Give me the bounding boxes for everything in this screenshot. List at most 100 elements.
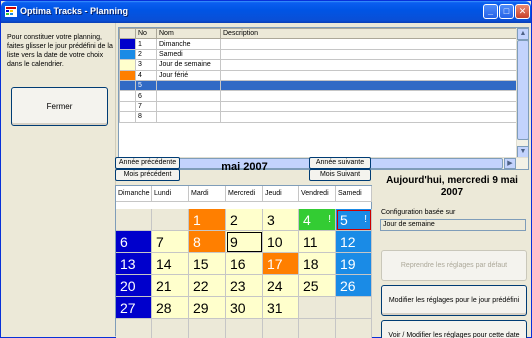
- calendar-day-cell[interactable]: 18: [299, 253, 336, 275]
- row-no: 3: [135, 59, 157, 71]
- previous-month-button[interactable]: Mois précédent: [115, 169, 180, 181]
- calendar-empty-cell[interactable]: [152, 209, 189, 231]
- reset-defaults-button[interactable]: Reprendre les réglages par défaut: [381, 250, 527, 281]
- row-description: [220, 79, 517, 92]
- row-description: [220, 38, 517, 50]
- calendar-day-number: 30: [230, 300, 246, 316]
- modify-predefined-button[interactable]: Modifier les réglages pour le jour prédé…: [381, 285, 527, 316]
- calendar-day-number: 3: [267, 212, 275, 228]
- row-description: [220, 111, 517, 123]
- calendar-header-day: Vendredi: [299, 186, 336, 202]
- close-window-button[interactable]: ✕: [515, 4, 530, 19]
- row-nom: [156, 79, 221, 92]
- calendar-day-cell[interactable]: 13: [116, 253, 152, 275]
- table-row[interactable]: 2 Samedi: [119, 48, 517, 61]
- calendar-day-cell[interactable]: 10: [263, 231, 299, 253]
- calendar-day-cell[interactable]: 1: [189, 209, 226, 231]
- table-row[interactable]: 5: [119, 79, 517, 92]
- calendar-empty-cell[interactable]: [299, 319, 336, 338]
- calendar-day-cell[interactable]: 20: [116, 275, 152, 297]
- row-color-swatch: [119, 48, 136, 61]
- day-type-grid[interactable]: No Nom Description 1 Dimanche 2 Samedi 3 Jour…: [118, 27, 529, 170]
- calendar-header-day: Mardi: [189, 186, 226, 202]
- calendar-day-cell[interactable]: 4!: [299, 209, 336, 231]
- calendar-day-cell[interactable]: 29: [189, 297, 226, 319]
- calendar-empty-cell[interactable]: [152, 319, 189, 338]
- row-nom: Dimanche: [156, 38, 221, 50]
- grid-header-nom[interactable]: Nom: [156, 27, 221, 40]
- next-year-button[interactable]: Année suivante: [309, 157, 371, 169]
- calendar-day-cell[interactable]: 26: [336, 275, 372, 297]
- calendar-day-cell[interactable]: 3: [263, 209, 299, 231]
- calendar-empty-cell[interactable]: [299, 297, 336, 319]
- calendar-day-cell[interactable]: 5!: [336, 209, 372, 231]
- calendar-empty-cell[interactable]: [263, 319, 299, 338]
- calendar-day-number: 7: [156, 234, 164, 250]
- config-value-field: Jour de semaine: [380, 219, 526, 231]
- calendar-day-number: 18: [303, 256, 319, 272]
- calendar-day-cell[interactable]: 6: [116, 231, 152, 253]
- calendar-day-cell[interactable]: 17: [263, 253, 299, 275]
- calendar-day-cell[interactable]: 27: [116, 297, 152, 319]
- calendar-day-cell[interactable]: 30: [226, 297, 263, 319]
- calendar: Dimanche Lundi Mardi Mercredi Jeudi Vendredi S…: [115, 185, 372, 338]
- left-panel: Pour constituer votre planning, faites g…: [4, 23, 116, 337]
- calendar-day-cell[interactable]: 22: [189, 275, 226, 297]
- calendar-day-cell[interactable]: 24: [263, 275, 299, 297]
- table-row[interactable]: 3 Jour de semaine: [119, 59, 517, 71]
- modify-date-button[interactable]: Voir / Modifier les réglages pour cette …: [381, 320, 527, 338]
- calendar-empty-cell[interactable]: [336, 319, 372, 338]
- scroll-thumb[interactable]: [517, 40, 529, 140]
- table-row[interactable]: 8: [119, 111, 517, 123]
- calendar-day-cell[interactable]: 16: [226, 253, 263, 275]
- grid-vertical-scrollbar[interactable]: ▲ ▼: [516, 28, 529, 158]
- calendar-day-cell[interactable]: 28: [152, 297, 189, 319]
- calendar-day-cell[interactable]: 31: [263, 297, 299, 319]
- calendar-day-cell[interactable]: 8: [189, 231, 226, 253]
- calendar-day-cell[interactable]: 15: [189, 253, 226, 275]
- calendar-day-cell[interactable]: 21: [152, 275, 189, 297]
- calendar-day-cell[interactable]: 7: [152, 231, 189, 253]
- calendar-day-cell[interactable]: 12: [336, 231, 372, 253]
- grid-header-description[interactable]: Description: [220, 27, 517, 40]
- maximize-button[interactable]: □: [499, 4, 514, 19]
- calendar-empty-cell[interactable]: [116, 319, 152, 338]
- table-row[interactable]: 7: [119, 100, 517, 113]
- calendar-empty-cell[interactable]: [226, 319, 263, 338]
- title-bar[interactable]: Optima Tracks - Planning _ □ ✕: [1, 1, 531, 23]
- calendar-day-cell[interactable]: 19: [336, 253, 372, 275]
- calendar-day-number: 21: [156, 278, 172, 294]
- month-title: mai 2007: [221, 161, 268, 173]
- day-type-table: No Nom Description 1 Dimanche 2 Samedi 3 Jour…: [119, 27, 517, 123]
- scroll-up-icon[interactable]: ▲: [517, 28, 529, 40]
- calendar-day-cell[interactable]: 25: [299, 275, 336, 297]
- grid-header-no[interactable]: No: [135, 27, 157, 40]
- minimize-button[interactable]: _: [483, 4, 498, 19]
- row-color-swatch: [119, 59, 136, 71]
- calendar-day-number: 1: [193, 212, 201, 228]
- table-row[interactable]: 1 Dimanche: [119, 38, 517, 50]
- grid-header-row: No Nom Description: [119, 27, 517, 40]
- table-row[interactable]: 6: [119, 90, 517, 102]
- scroll-right-icon[interactable]: ▶: [504, 158, 516, 169]
- window-title: Optima Tracks - Planning: [20, 6, 129, 16]
- table-row[interactable]: 4 Jour férié: [119, 69, 517, 81]
- calendar-day-cell[interactable]: 11: [299, 231, 336, 253]
- next-month-button[interactable]: Mois Suivant: [309, 169, 371, 181]
- calendar-day-number: 23: [230, 278, 246, 294]
- calendar-empty-cell[interactable]: [116, 209, 152, 231]
- row-description: [220, 69, 517, 81]
- row-description: [220, 100, 517, 113]
- calendar-header-day: Jeudi: [263, 186, 299, 202]
- calendar-empty-cell[interactable]: [336, 297, 372, 319]
- close-button[interactable]: Fermer: [11, 87, 108, 126]
- row-description: [220, 48, 517, 61]
- calendar-day-number: 6: [120, 234, 128, 250]
- calendar-day-cell[interactable]: 2: [226, 209, 263, 231]
- calendar-empty-cell[interactable]: [189, 319, 226, 338]
- calendar-day-cell[interactable]: 9: [226, 231, 263, 253]
- calendar-day-cell[interactable]: 23: [226, 275, 263, 297]
- instructions-text: Pour constituer votre planning, faites g…: [7, 34, 113, 68]
- previous-year-button[interactable]: Année précédente: [115, 157, 180, 169]
- calendar-day-cell[interactable]: 14: [152, 253, 189, 275]
